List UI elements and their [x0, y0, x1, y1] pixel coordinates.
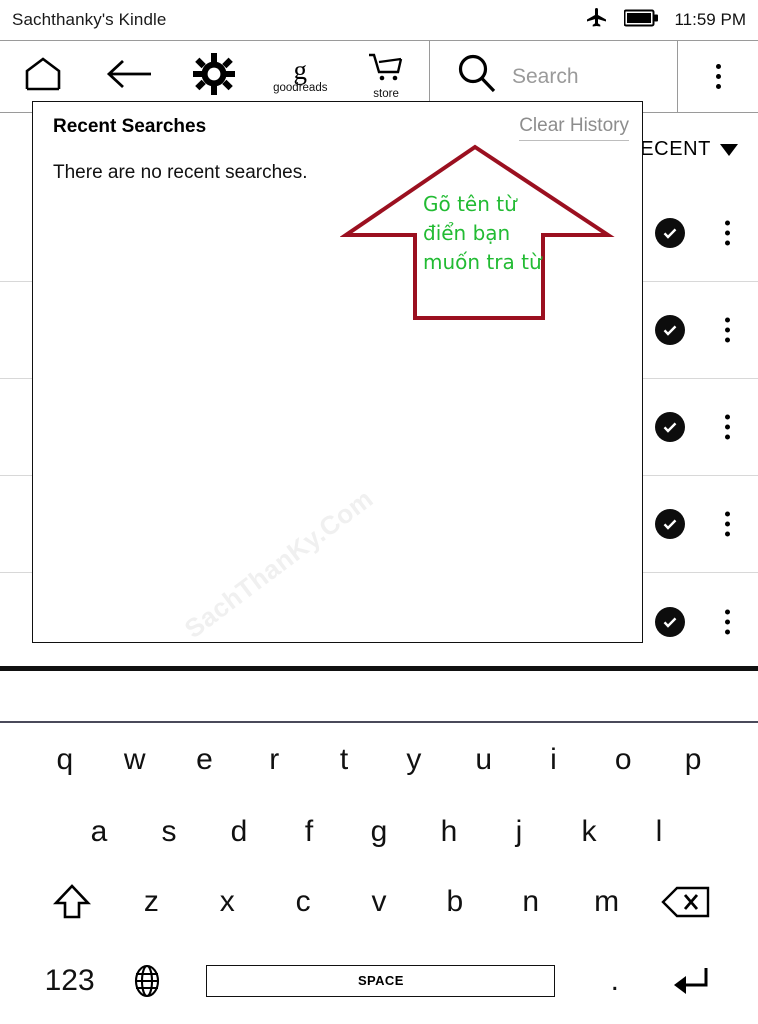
annotation-arrow: Gõ tên từ điển bạn muốn tra từ: [340, 140, 615, 325]
key-p[interactable]: p: [658, 723, 728, 797]
chevron-down-icon: [720, 143, 738, 156]
goodreads-g-icon: g: [293, 55, 308, 86]
shift-up-arrow-icon: [52, 882, 92, 922]
goodreads-label: goodreads: [273, 82, 328, 95]
key-enter[interactable]: [653, 937, 728, 1024]
shopping-cart-icon: [367, 53, 405, 88]
empty-state-message: There are no recent searches.: [53, 162, 308, 183]
battery-full-icon: [623, 8, 660, 33]
search-input-placeholder[interactable]: Search: [512, 65, 579, 89]
enter-return-icon: [668, 963, 712, 999]
key-language[interactable]: [109, 937, 184, 1024]
airplane-icon: [584, 6, 610, 35]
store-label: store: [373, 87, 399, 100]
key-o[interactable]: o: [588, 723, 658, 797]
key-y[interactable]: y: [379, 723, 449, 797]
key-c[interactable]: c: [265, 867, 341, 937]
key-s[interactable]: s: [134, 797, 204, 867]
search-icon: [456, 53, 498, 100]
keyboard-row-4: 123 SPACE .: [0, 937, 758, 1024]
key-period[interactable]: .: [577, 937, 652, 1024]
three-dots-vertical-icon: [715, 64, 721, 89]
clear-history-button[interactable]: Clear History: [519, 115, 629, 141]
key-a[interactable]: a: [64, 797, 134, 867]
check-circle-icon: [655, 606, 685, 637]
three-dots-vertical-icon[interactable]: [725, 511, 730, 537]
keyboard-row-2: a s d f g h j k l: [0, 797, 758, 867]
key-q[interactable]: q: [30, 723, 100, 797]
divider: [0, 666, 758, 671]
keyboard-row-3: z x c v b n m: [0, 867, 758, 937]
key-shift[interactable]: [30, 867, 113, 937]
key-w[interactable]: w: [100, 723, 170, 797]
three-dots-vertical-icon[interactable]: [725, 220, 730, 246]
device-name-label: Sachthanky's Kindle: [12, 10, 167, 29]
key-d[interactable]: d: [204, 797, 274, 867]
annotation-label: Gõ tên từ điển bạn muốn tra từ: [423, 192, 542, 274]
key-m[interactable]: m: [569, 867, 645, 937]
key-l[interactable]: l: [624, 797, 694, 867]
key-space[interactable]: SPACE: [206, 964, 556, 997]
key-v[interactable]: v: [341, 867, 417, 937]
back-arrow-icon: [105, 56, 153, 97]
key-n[interactable]: n: [493, 867, 569, 937]
page-title: Recent Searches: [53, 116, 207, 137]
key-f[interactable]: f: [274, 797, 344, 867]
keyboard-row-1: q w e r t y u i o p: [0, 723, 758, 797]
watermark-text: SachThanKy.Com: [178, 483, 379, 643]
check-circle-icon: [655, 218, 685, 248]
on-screen-keyboard: q w e r t y u i o p a s d f g h j k l z …: [0, 723, 758, 1024]
key-k[interactable]: k: [554, 797, 624, 867]
status-bar: Sachthanky's Kindle 11:59 PM: [0, 0, 758, 41]
key-x[interactable]: x: [189, 867, 265, 937]
key-h[interactable]: h: [414, 797, 484, 867]
key-u[interactable]: u: [449, 723, 519, 797]
clock-label: 11:59 PM: [674, 10, 746, 29]
status-indicators: 11:59 PM: [584, 6, 746, 35]
check-circle-icon: [655, 412, 685, 442]
globe-language-icon: [131, 963, 163, 999]
key-numbers[interactable]: 123: [30, 937, 109, 1024]
check-circle-icon: [655, 509, 685, 539]
key-backspace[interactable]: [645, 867, 728, 937]
three-dots-vertical-icon[interactable]: [725, 317, 730, 343]
backspace-icon: [661, 885, 711, 919]
key-z[interactable]: z: [113, 867, 189, 937]
three-dots-vertical-icon[interactable]: [725, 609, 730, 634]
key-space-wrapper: SPACE: [185, 937, 577, 1024]
gear-icon: [193, 53, 236, 100]
three-dots-vertical-icon[interactable]: [725, 414, 730, 440]
key-e[interactable]: e: [170, 723, 240, 797]
key-b[interactable]: b: [417, 867, 493, 937]
key-t[interactable]: t: [309, 723, 379, 797]
home-icon: [23, 56, 63, 97]
check-circle-icon: [655, 315, 685, 345]
key-g[interactable]: g: [344, 797, 414, 867]
key-r[interactable]: r: [239, 723, 309, 797]
key-i[interactable]: i: [519, 723, 589, 797]
key-j[interactable]: j: [484, 797, 554, 867]
toolbar-overflow-button[interactable]: [678, 41, 758, 112]
